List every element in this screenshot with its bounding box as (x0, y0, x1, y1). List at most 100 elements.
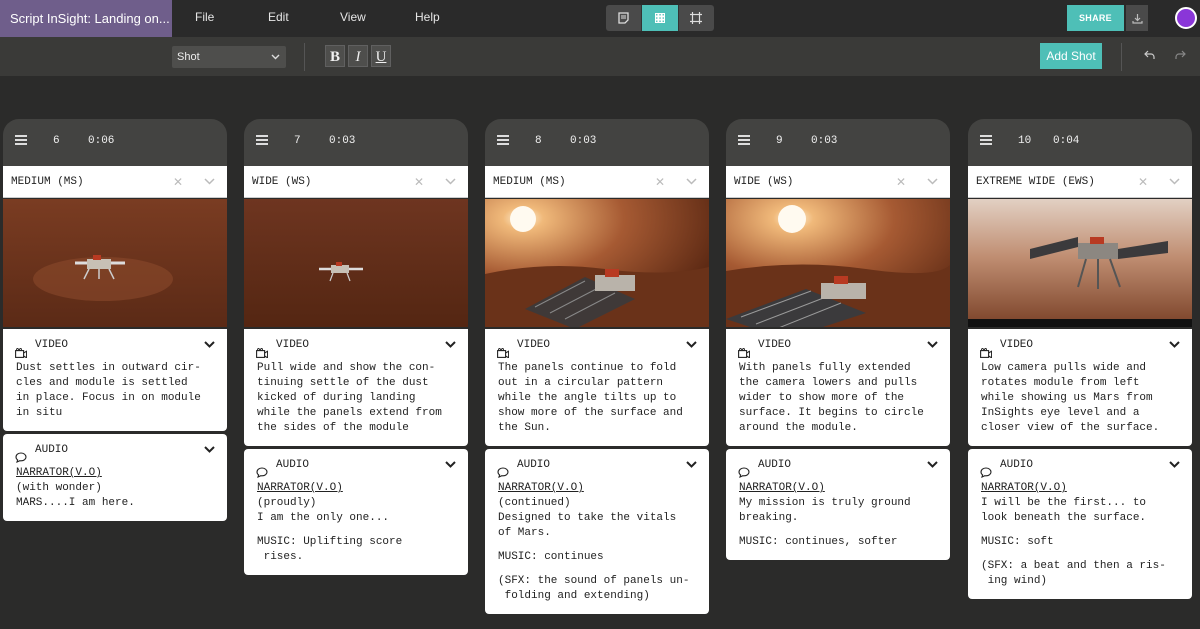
audio-block[interactable]: MUSIC: continues, softer (739, 535, 937, 550)
shot-header[interactable]: 8 0:03 (485, 119, 709, 166)
shot-duration: 0:03 (329, 135, 356, 147)
drag-handle-icon[interactable] (980, 135, 992, 147)
chevron-down-icon[interactable] (927, 329, 938, 373)
shot-type-select[interactable]: MEDIUM (MS) ✕ (485, 166, 709, 198)
audio-block[interactable]: MUSIC: Uplifting score rises. (257, 535, 455, 565)
drag-handle-icon[interactable] (497, 135, 509, 147)
video-label: VIDEO (517, 339, 551, 351)
audio-block[interactable]: NARRATOR(V.O) (continued) Designed to ta… (498, 481, 696, 541)
audio-block[interactable]: (SFX: a beat and then a ris- ing wind) (981, 559, 1179, 589)
drag-handle-icon[interactable] (738, 135, 750, 147)
video-panel-header[interactable]: VIDEO (968, 329, 1192, 361)
shot-number: 7 (294, 135, 301, 147)
script-view-button[interactable] (606, 5, 643, 31)
clear-icon[interactable]: ✕ (655, 166, 665, 198)
audio-text: MUSIC: continues, softer (739, 536, 898, 548)
shot-frame-image[interactable] (485, 199, 709, 327)
audio-panel-header[interactable]: AUDIO (485, 449, 709, 481)
audio-block[interactable]: NARRATOR(V.O) I will be the first... to … (981, 481, 1179, 526)
audio-panel-header[interactable]: AUDIO (968, 449, 1192, 481)
audio-content[interactable]: NARRATOR(V.O) (with wonder) MARS....I am… (3, 466, 227, 521)
menu-file[interactable]: File (195, 0, 214, 37)
video-panel-header[interactable]: VIDEO (244, 329, 468, 361)
speech-bubble-icon (497, 460, 509, 492)
download-button[interactable] (1126, 5, 1148, 31)
italic-button[interactable]: I (348, 45, 368, 67)
menu-view[interactable]: View (340, 0, 366, 37)
audio-panel-header[interactable]: AUDIO (3, 434, 227, 466)
audio-panel-header[interactable]: AUDIO (726, 449, 950, 481)
audio-content[interactable]: NARRATOR(V.O) (continued) Designed to ta… (485, 481, 709, 614)
clear-icon[interactable]: ✕ (896, 166, 906, 198)
video-description[interactable]: Dust settles in outward cir- cles and mo… (3, 361, 227, 431)
speech-bubble-icon (256, 460, 268, 492)
share-button[interactable]: SHARE (1067, 5, 1124, 31)
menu-help[interactable]: Help (415, 0, 440, 37)
audio-content[interactable]: NARRATOR(V.O) I will be the first... to … (968, 481, 1192, 599)
video-panel-header[interactable]: VIDEO (485, 329, 709, 361)
audio-content[interactable]: NARRATOR(V.O) My mission is truly ground… (726, 481, 950, 560)
audio-block[interactable]: MUSIC: soft (981, 535, 1179, 550)
video-panel-header[interactable]: VIDEO (726, 329, 950, 361)
chevron-down-icon[interactable] (927, 449, 938, 493)
video-panel: VIDEO The panels continue to fold out in… (485, 329, 709, 446)
shot-type-select[interactable]: MEDIUM (MS) ✕ (3, 166, 227, 198)
clear-icon[interactable]: ✕ (173, 166, 183, 198)
chevron-down-icon[interactable] (1169, 329, 1180, 373)
shot-type-select[interactable]: EXTREME WIDE (EWS) ✕ (968, 166, 1192, 198)
grid-view-button[interactable] (642, 5, 679, 31)
shot-frame-image[interactable] (726, 199, 950, 327)
chevron-down-icon[interactable] (686, 449, 697, 493)
frame-view-button[interactable] (678, 5, 714, 31)
video-camera-icon (256, 340, 269, 372)
audio-block[interactable]: MUSIC: continues (498, 550, 696, 565)
shot-type-select[interactable]: WIDE (WS) ✕ (244, 166, 468, 198)
chevron-down-icon[interactable] (204, 329, 215, 373)
chevron-down-icon[interactable] (686, 329, 697, 373)
toolbar-divider (304, 43, 305, 71)
video-description[interactable]: Low camera pulls wide and rotates module… (968, 361, 1192, 446)
audio-content[interactable]: NARRATOR(V.O) (proudly) I am the only on… (244, 481, 468, 575)
redo-icon[interactable] (1174, 49, 1186, 64)
video-description[interactable]: The panels continue to fold out in a cir… (485, 361, 709, 446)
menu-edit[interactable]: Edit (268, 0, 289, 37)
shot-select[interactable]: Shot (172, 46, 286, 68)
shot-header[interactable]: 7 0:03 (244, 119, 468, 166)
chevron-down-icon[interactable] (1169, 449, 1180, 493)
audio-block[interactable]: (SFX: the sound of panels un- folding an… (498, 574, 696, 604)
underline-button[interactable]: U (371, 45, 391, 67)
audio-block[interactable]: NARRATOR(V.O) (with wonder) MARS....I am… (16, 466, 214, 511)
user-avatar[interactable] (1175, 7, 1197, 29)
shot-duration: 0:06 (88, 135, 115, 147)
shot-frame-image[interactable] (3, 199, 227, 327)
chevron-down-icon[interactable] (445, 329, 456, 373)
audio-block[interactable]: NARRATOR(V.O) (proudly) I am the only on… (257, 481, 455, 526)
add-shot-button[interactable]: Add Shot (1040, 43, 1102, 69)
shot-type-value: WIDE (WS) (252, 176, 312, 188)
speech-bubble-icon (15, 445, 27, 477)
chevron-down-icon[interactable] (204, 434, 215, 478)
shot-frame-image[interactable] (968, 199, 1192, 327)
video-description[interactable]: With panels fully extended the camera lo… (726, 361, 950, 446)
video-description[interactable]: Pull wide and show the con- tinuing sett… (244, 361, 468, 446)
shot-type-select[interactable]: WIDE (WS) ✕ (726, 166, 950, 198)
audio-text: I will be the first... to look beneath t… (981, 497, 1147, 524)
chevron-down-icon[interactable] (445, 449, 456, 493)
speaker-name: NARRATOR(V.O) (498, 482, 584, 494)
video-panel-header[interactable]: VIDEO (3, 329, 227, 361)
shot-frame-image[interactable] (244, 199, 468, 327)
shot-type-value: EXTREME WIDE (EWS) (976, 176, 1095, 188)
undo-icon[interactable] (1144, 49, 1156, 64)
clear-icon[interactable]: ✕ (1138, 166, 1148, 198)
clear-icon[interactable]: ✕ (414, 166, 424, 198)
document-title[interactable]: Script InSight: Landing on... (0, 0, 172, 37)
audio-text: MUSIC: soft (981, 536, 1054, 548)
audio-block[interactable]: NARRATOR(V.O) My mission is truly ground… (739, 481, 937, 526)
drag-handle-icon[interactable] (15, 135, 27, 147)
drag-handle-icon[interactable] (256, 135, 268, 147)
shot-header[interactable]: 6 0:06 (3, 119, 227, 166)
audio-panel-header[interactable]: AUDIO (244, 449, 468, 481)
shot-header[interactable]: 9 0:03 (726, 119, 950, 166)
shot-header[interactable]: 10 0:04 (968, 119, 1192, 166)
bold-button[interactable]: B (325, 45, 345, 67)
